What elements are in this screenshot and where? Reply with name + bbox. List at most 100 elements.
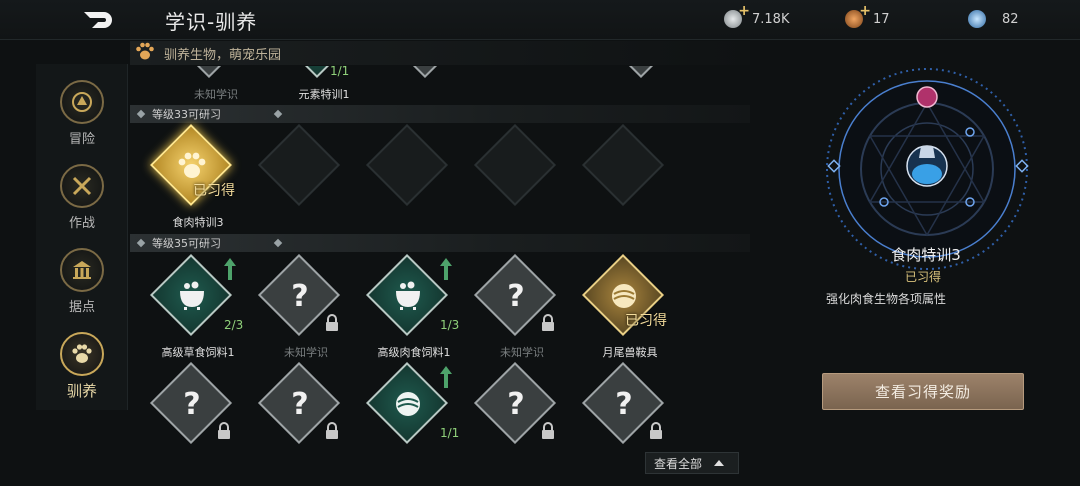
diamond-bullet-icon [136,238,146,248]
skill-node-empty [256,123,356,228]
back-button[interactable] [82,8,116,32]
back-arrow-icon [84,12,112,28]
adventure-icon [60,80,104,124]
paw-icon [60,332,104,376]
node-frame [581,123,665,207]
skill-node-herbivore-feed[interactable]: 2/3 高级草食饲料1 [148,253,248,359]
bronze-coin-icon: + [845,3,871,28]
upgrade-arrow-icon [440,366,452,388]
sidebar-item-label: 作战 [68,216,95,231]
view-rewards-button[interactable]: 查看习得奖励 [822,373,1024,410]
diamond-bullet-icon [273,238,283,248]
skill-node-unknown[interactable]: ? [472,361,572,466]
sidebar-item-combat[interactable]: 作战 [36,154,128,234]
skill-description: 强化肉食生物各项属性 [826,292,947,306]
node-label: 元素特训1 [298,88,350,101]
combat-icon [60,164,104,208]
plus-icon: + [859,3,871,19]
node-label: 未知学识 [500,346,544,359]
level-bar-label: 等级33可研习 [152,108,221,121]
node-label: 未知学识 [284,346,328,359]
node-count: 1/1 [330,66,350,78]
lock-icon [326,314,338,331]
skill-node-empty [580,123,680,228]
skill-node-empty [364,123,464,228]
level-bar-35: 等级35可研习 [130,234,750,252]
skill-status: 已习得 [904,270,941,284]
resource-gem[interactable]: 82 [968,10,1019,28]
page-title: 学识-驯养 [165,10,258,34]
diamond-bullet-icon [273,109,283,119]
resource-value: 82 [1002,11,1019,27]
view-all-label: 查看全部 [654,456,703,471]
skill-node-carnivore-feed[interactable]: 1/3 高级肉食饲料1 [364,253,464,359]
node-frame [473,123,557,207]
skill-node-unknown[interactable]: ? 未知学识 [472,253,572,359]
resource-bronze[interactable]: + 17 [845,3,890,28]
diamond-bullet-icon [136,109,146,119]
resource-value: 17 [873,11,890,27]
node-count: 1/3 [440,318,460,332]
skill-node-empty [472,123,572,228]
node-frame [383,66,467,79]
skill-node-unknown[interactable]: ? [580,361,680,466]
resource-silver[interactable]: + 7.18K [724,3,790,28]
category-sidebar: 冒险 作战 据点 驯养 [36,64,128,410]
lock-icon [542,422,554,439]
node-frame [257,123,341,207]
sidebar-item-stronghold[interactable]: 据点 [36,238,128,318]
skill-detail-panel: 食肉特训3 已习得 强化肉食生物各项属性 查看习得奖励 [800,50,1060,470]
level-bar-label: 等级35可研习 [152,237,221,250]
learned-tag: 已习得 [193,183,235,199]
sidebar-item-label: 据点 [68,300,95,315]
skill-node-unknown[interactable]: ? 未知学识 [256,253,356,359]
node-label: 高级肉食饲料1 [377,346,451,359]
skill-node-carnivore-training[interactable]: 已习得 食肉特训3 [148,123,248,229]
upgrade-arrow-icon [440,258,452,280]
lock-icon [650,422,662,439]
sidebar-item-taming[interactable]: 驯养 [36,322,128,402]
skill-name: 食肉特训3 [891,246,961,264]
node-label: 食肉特训3 [172,216,224,229]
subheader-text: 驯养生物，萌宠乐园 [164,47,282,63]
sidebar-item-adventure[interactable]: 冒险 [36,70,128,150]
question-mark-icon: ? [615,386,633,422]
skill-node-unknown[interactable]: ? [256,361,356,466]
node-frame [167,66,251,79]
skill-node-swirl[interactable]: 1/1 [364,361,464,466]
skill-node-saddle[interactable]: 已习得 月尾兽鞍具 [580,253,680,359]
paw-icon [134,41,156,65]
skill-tree: 未知学识 1/1 元素特训1 等级33可研习 已习得 食肉特训3 等级35可研习 [130,66,750,486]
question-mark-icon: ? [507,386,525,422]
question-mark-icon: ? [507,278,525,314]
skill-node-unknown[interactable]: ? [148,361,248,466]
view-all-button[interactable]: 查看全部 [645,452,739,474]
node-label: 高级草食饲料1 [161,346,235,359]
node-frame [365,123,449,207]
skill-node-locked[interactable] [382,66,482,100]
upgrade-arrow-icon [224,258,236,280]
question-mark-icon: ? [291,278,309,314]
silver-coin-icon: + [724,3,750,28]
node-frame [599,66,683,79]
lock-icon [326,422,338,439]
node-count: 1/1 [440,426,460,440]
resource-value: 7.18K [752,11,790,27]
skill-node-element-training[interactable]: 1/1 元素特训1 [274,66,374,101]
question-mark-icon: ? [291,386,309,422]
top-bar: 学识-驯养 + 7.18K + 17 82 [0,0,1080,40]
plus-icon: + [738,3,750,19]
cauldron-icon [386,276,430,316]
sidebar-item-label: 冒险 [68,132,95,147]
cauldron-icon [170,276,214,316]
lock-icon [218,422,230,439]
category-subheader: 驯养生物，萌宠乐园 [130,41,750,65]
skill-node-locked[interactable] [598,66,698,100]
node-count: 2/3 [224,318,244,332]
level-bar-33: 等级33可研习 [130,105,750,123]
stronghold-icon [60,248,104,292]
node-label: 未知学识 [194,88,238,101]
skill-node-unknown[interactable]: 未知学识 [166,66,266,101]
sidebar-item-label: 驯养 [66,382,97,400]
caret-up-icon [714,460,725,466]
